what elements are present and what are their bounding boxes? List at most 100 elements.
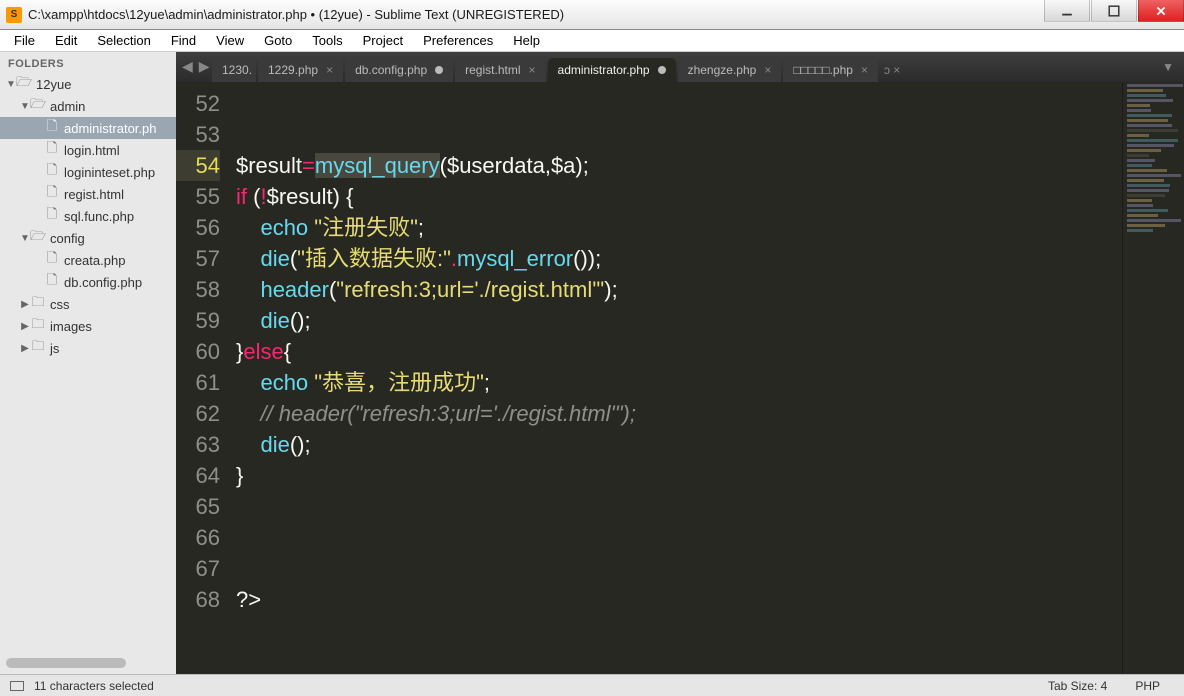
line-number: 54 — [176, 150, 220, 181]
close-icon[interactable]: × — [326, 64, 333, 76]
code-line[interactable]: echo "恭喜，注册成功"; — [236, 367, 1184, 398]
tree-item-css[interactable]: ▶🗀css — [0, 293, 176, 315]
status-selection: 11 characters selected — [34, 679, 154, 693]
code-line[interactable]: die("插入数据失败:".mysql_error()); — [236, 243, 1184, 274]
status-language[interactable]: PHP — [1121, 679, 1174, 693]
tree-item-administrator-ph[interactable]: 🗋administrator.ph — [0, 117, 176, 139]
tree-item-db-config-php[interactable]: 🗋db.config.php — [0, 271, 176, 293]
tree-item-label: creata.php — [60, 253, 125, 268]
menu-project[interactable]: Project — [353, 31, 413, 50]
tab-regist-html[interactable]: regist.html × — [455, 58, 545, 82]
code-line[interactable]: die(); — [236, 305, 1184, 336]
tab-administrator-php[interactable]: administrator.php — [548, 58, 676, 82]
tree-item-images[interactable]: ▶🗀images — [0, 315, 176, 337]
modified-dot-icon — [658, 66, 666, 74]
tab-label: regist.html — [465, 63, 520, 77]
tab-------php[interactable]: □□□□□.php × — [783, 58, 878, 82]
menu-selection[interactable]: Selection — [87, 31, 160, 50]
tab-label: administrator.php — [558, 63, 650, 77]
tab-1230-[interactable]: 1230. — [212, 58, 256, 82]
tree-item-login-html[interactable]: 🗋login.html — [0, 139, 176, 161]
tab-1229-php[interactable]: 1229.php× — [258, 58, 343, 82]
line-number: 59 — [176, 305, 220, 336]
editor-pane: ◀ ▶ 1230. 1229.php× db.config.php regist.ht… — [176, 52, 1184, 674]
menu-file[interactable]: File — [4, 31, 45, 50]
line-number: 61 — [176, 367, 220, 398]
close-icon[interactable]: × — [529, 64, 536, 76]
file-tree: ▼🗁12yue▼🗁admin🗋administrator.ph🗋login.ht… — [0, 73, 176, 359]
code-line[interactable] — [236, 522, 1184, 553]
close-button[interactable] — [1138, 0, 1184, 22]
line-number: 65 — [176, 491, 220, 522]
tree-item-label: db.config.php — [60, 275, 142, 290]
minimize-button[interactable] — [1044, 0, 1090, 22]
disclosure-arrow-icon: ▶ — [20, 299, 30, 310]
code-area[interactable]: 5253545556575859606162636465666768 $resu… — [176, 82, 1184, 674]
code-line[interactable]: }else{ — [236, 336, 1184, 367]
code-line[interactable]: if (!$result) { — [236, 181, 1184, 212]
tree-item-sql-func-php[interactable]: 🗋sql.func.php — [0, 205, 176, 227]
tab-overflow-icon[interactable]: ▼ — [1162, 60, 1174, 74]
menu-edit[interactable]: Edit — [45, 31, 87, 50]
tree-item-label: sql.func.php — [60, 209, 134, 224]
close-icon[interactable]: × — [861, 64, 868, 76]
folder-icon: 🗀 — [30, 293, 46, 315]
menu-tools[interactable]: Tools — [302, 31, 352, 50]
line-number: 63 — [176, 429, 220, 460]
code-line[interactable] — [236, 553, 1184, 584]
maximize-button[interactable] — [1091, 0, 1137, 22]
menu-preferences[interactable]: Preferences — [413, 31, 503, 50]
close-icon[interactable]: × — [764, 64, 771, 76]
status-panel-icon[interactable] — [10, 681, 24, 691]
tab-nav-arrows[interactable]: ◀ ▶ — [182, 58, 210, 75]
tree-item-label: images — [46, 319, 92, 334]
code-line[interactable]: header("refresh:3;url='./regist.html'"); — [236, 274, 1184, 305]
line-number: 52 — [176, 88, 220, 119]
tree-item-label: config — [46, 231, 85, 246]
tree-item-admin[interactable]: ▼🗁admin — [0, 95, 176, 117]
tab-prev-icon[interactable]: ◀ — [182, 58, 193, 75]
tree-item-creata-php[interactable]: 🗋creata.php — [0, 249, 176, 271]
code-line[interactable] — [236, 119, 1184, 150]
line-gutter: 5253545556575859606162636465666768 — [176, 82, 230, 674]
sidebar-scrollbar[interactable] — [6, 658, 126, 668]
code-line[interactable]: echo "注册失败"; — [236, 212, 1184, 243]
disclosure-arrow-icon: ▼ — [20, 101, 30, 112]
tab-zhengze-php[interactable]: zhengze.php× — [678, 58, 782, 82]
tab-label: 1230. — [222, 63, 252, 77]
code-line[interactable]: ?> — [236, 584, 1184, 615]
file-icon: 🗋 — [44, 117, 60, 139]
code-lines[interactable]: $result=mysql_query($userdata,$a);if (!$… — [230, 82, 1184, 674]
modified-dot-icon — [435, 66, 443, 74]
menu-goto[interactable]: Goto — [254, 31, 302, 50]
file-icon: 🗋 — [44, 249, 60, 271]
tree-item-label: 12yue — [32, 77, 71, 92]
line-number: 56 — [176, 212, 220, 243]
status-bar: 11 characters selected Tab Size: 4 PHP — [0, 674, 1184, 696]
menu-help[interactable]: Help — [503, 31, 550, 50]
tab-label: □□□□□.php — [793, 63, 853, 77]
tree-item-12yue[interactable]: ▼🗁12yue — [0, 73, 176, 95]
tab-overflow-extra[interactable]: ɔ × — [880, 58, 904, 82]
minimap[interactable] — [1122, 82, 1184, 674]
menu-find[interactable]: Find — [161, 31, 206, 50]
status-tab-size[interactable]: Tab Size: 4 — [1034, 679, 1121, 693]
line-number: 55 — [176, 181, 220, 212]
code-line[interactable] — [236, 491, 1184, 522]
menu-view[interactable]: View — [206, 31, 254, 50]
tree-item-js[interactable]: ▶🗀js — [0, 337, 176, 359]
tree-item-label: admin — [46, 99, 85, 114]
file-icon: 🗋 — [44, 183, 60, 205]
tree-item-regist-html[interactable]: 🗋regist.html — [0, 183, 176, 205]
line-number: 53 — [176, 119, 220, 150]
tree-item-config[interactable]: ▼🗁config — [0, 227, 176, 249]
tree-item-logininteset-php[interactable]: 🗋logininteset.php — [0, 161, 176, 183]
code-line[interactable]: $result=mysql_query($userdata,$a); — [236, 150, 1184, 181]
code-line[interactable]: } — [236, 460, 1184, 491]
tab-next-icon[interactable]: ▶ — [199, 58, 210, 75]
tab-label: db.config.php — [355, 63, 427, 77]
tab-db-config-php[interactable]: db.config.php — [345, 58, 453, 82]
code-line[interactable]: die(); — [236, 429, 1184, 460]
code-line[interactable] — [236, 88, 1184, 119]
code-line[interactable]: // header("refresh:3;url='./regist.html'… — [236, 398, 1184, 429]
